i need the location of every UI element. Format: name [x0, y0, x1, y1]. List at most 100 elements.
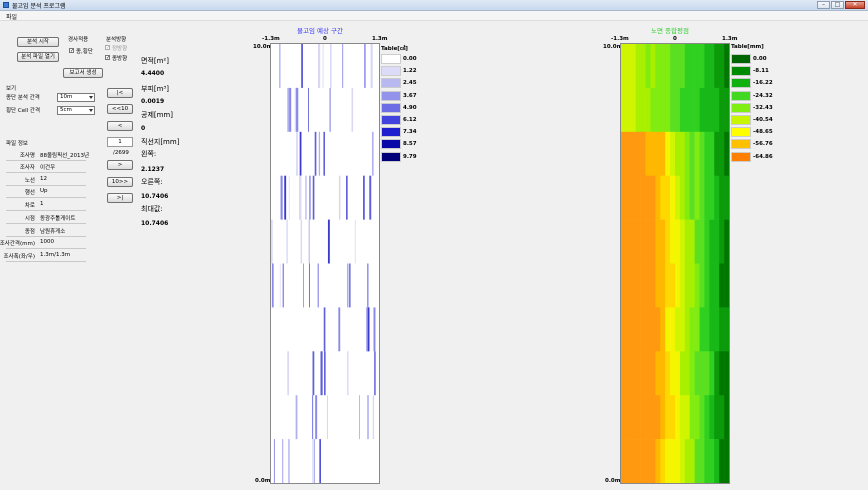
heatmap-cell	[704, 263, 710, 308]
heatmap-cell	[621, 439, 627, 483]
direction-label: 분석방향	[106, 37, 127, 43]
heatmap-cell	[635, 131, 641, 176]
heatmap-cell	[679, 307, 686, 352]
heatmap-cell	[704, 131, 710, 176]
heatmap-cell	[670, 87, 676, 133]
forward-label: 정방향	[112, 46, 128, 52]
heatmap-cell	[625, 395, 632, 440]
heatmap-cell	[640, 87, 646, 133]
stat-label: 면적[m²]	[141, 57, 169, 65]
legend-label: 4.90	[403, 104, 417, 111]
heatmap-cell	[699, 395, 705, 440]
heatmap-cell	[704, 439, 710, 483]
legend-label: 0.00	[403, 56, 417, 62]
prev-button[interactable]: <	[107, 121, 133, 131]
heatmap-cell	[650, 307, 656, 352]
heatmap-cell	[714, 307, 720, 352]
cross-cell-select[interactable]: 5cm	[57, 106, 95, 115]
fileinfo-label: 조사간격(mm)	[0, 241, 35, 247]
long-interval-select[interactable]: 10m	[57, 93, 95, 102]
heatmap-cell	[308, 219, 310, 264]
heatmap-cell	[665, 351, 671, 396]
heatmap-cell	[655, 175, 661, 220]
heatmap-cell	[342, 44, 344, 88]
heatmap-cell	[665, 175, 671, 220]
heatmap-cell	[689, 395, 695, 440]
heatmap-cell	[630, 87, 637, 133]
heatmap-cell	[675, 131, 681, 176]
report-button[interactable]: 보고서 생성	[63, 68, 103, 78]
heatmap-cell	[289, 87, 292, 132]
maximize-button[interactable]: □	[831, 1, 844, 9]
heatmap-cell	[665, 307, 671, 352]
fileinfo-value: 12	[40, 176, 47, 182]
reverse-label: 종방향	[112, 56, 128, 62]
start-analysis-button[interactable]: 분석 시작	[17, 37, 59, 47]
heatmap-cell	[694, 439, 700, 483]
heatmap-cell	[675, 219, 681, 264]
legend-label: 2.45	[403, 80, 417, 87]
legend-swatch	[381, 151, 401, 162]
heatmap-cell	[714, 219, 720, 264]
heatmap-cell	[372, 395, 375, 440]
prev10-button[interactable]: <<10	[107, 104, 133, 114]
next10-button[interactable]: 10>>	[107, 177, 133, 187]
heatmap-cell	[660, 175, 666, 220]
reverse-checkbox[interactable]: ✓	[105, 55, 110, 61]
last-page-button[interactable]: >|	[107, 193, 133, 203]
stat-value: 2.1237	[141, 166, 165, 173]
heatmap-cell	[719, 131, 725, 176]
chart1-ytick-bottom: 0.0m	[255, 478, 271, 484]
fileinfo-label: 종점	[24, 229, 35, 235]
heatmap-cell	[724, 395, 729, 440]
heatmap-cell	[625, 175, 632, 220]
crossslope-checkbox[interactable]: ✓	[69, 48, 74, 54]
fileinfo-value: 남원휴게소	[40, 229, 66, 235]
forward-checkbox[interactable]: ✓	[105, 45, 110, 51]
heatmap-cell	[704, 351, 710, 396]
legend-label: -16.22	[753, 80, 773, 87]
heatmap-cell	[308, 87, 309, 132]
close-button[interactable]: ✕	[845, 1, 865, 9]
fileinfo-label: 차로	[24, 203, 35, 209]
chart1-xtick-left: -1.3m	[262, 36, 280, 42]
heatmap-cell	[319, 439, 321, 483]
heatmap-cell	[684, 307, 691, 352]
heatmap-cell	[645, 44, 651, 89]
heatmap-cell	[679, 395, 686, 440]
legend-swatch	[381, 139, 401, 150]
stat-label: 공제[mm]	[141, 111, 173, 119]
heatmap-cell	[317, 263, 319, 308]
heatmap-cell	[645, 219, 651, 264]
heatmap-cell	[694, 175, 700, 220]
heatmap-cell	[300, 219, 303, 264]
heatmap-cell	[670, 351, 676, 396]
heatmap-cell	[279, 263, 281, 308]
fileinfo-divider	[6, 160, 86, 161]
heatmap-cell	[684, 44, 691, 89]
next-button[interactable]: >	[107, 160, 133, 170]
heatmap-cell	[296, 87, 298, 132]
heatmap-cell	[374, 351, 376, 396]
first-page-button[interactable]: |<	[107, 88, 133, 98]
heatmap-cell	[660, 307, 666, 352]
heatmap-cell	[724, 219, 729, 264]
heatmap-cell	[630, 263, 637, 308]
heatmap-cell	[689, 307, 695, 352]
fileinfo-value: Up	[40, 188, 48, 194]
legend-label: 9.79	[403, 153, 417, 160]
open-file-button[interactable]: 분석 파일 열기	[17, 52, 59, 62]
menu-file[interactable]: 파일	[6, 12, 17, 21]
minimize-button[interactable]: –	[817, 1, 830, 9]
cross-cell-label: 횡단 Cell 간격	[6, 108, 41, 114]
heatmap-cell	[699, 351, 705, 396]
heatmap-cell	[318, 44, 321, 88]
heatmap-cell	[689, 351, 695, 396]
heatmap-cell	[640, 175, 646, 220]
heatmap-cell	[724, 351, 729, 396]
heatmap-cell	[650, 439, 656, 483]
heatmap-cell	[630, 395, 637, 440]
heatmap-cell	[675, 307, 681, 352]
legend-label: 3.67	[403, 92, 417, 99]
page-input[interactable]: 1	[107, 137, 133, 147]
